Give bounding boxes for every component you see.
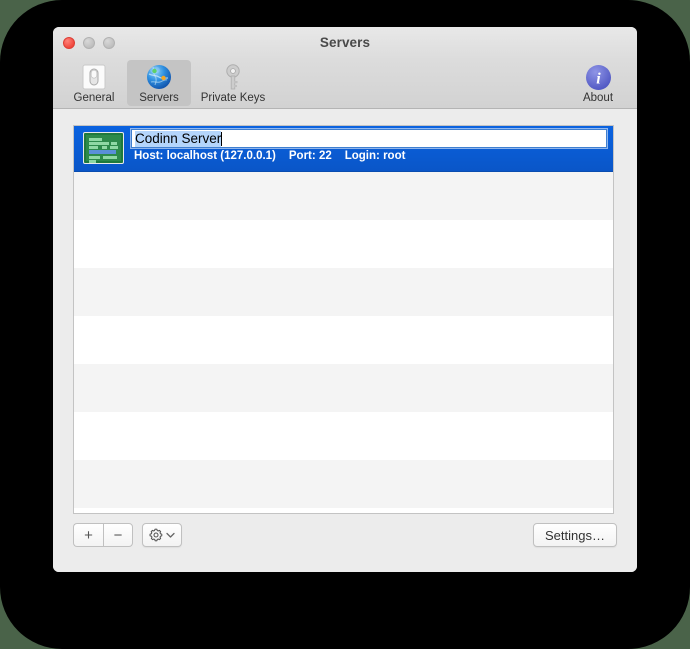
gear-icon (149, 528, 163, 542)
remove-server-button[interactable]: − (103, 523, 133, 547)
server-list-empty-row[interactable] (74, 460, 613, 508)
add-server-button[interactable]: + (73, 523, 103, 547)
preferences-toolbar: General Servers Private Keys i About (53, 60, 637, 109)
server-row-details: Host: localhost (127.0.0.1) Port: 22 Login… (134, 150, 405, 162)
toolbar-tab-private-keys[interactable]: Private Keys (192, 60, 274, 106)
terminal-screen-icon (83, 132, 124, 164)
server-list-row-selected[interactable]: Codinn Server Host: localhost (127.0.0.1… (74, 126, 613, 172)
window-titlebar: Servers (53, 27, 637, 60)
settings-button[interactable]: Settings… (533, 523, 617, 547)
server-port-label: Port: (288, 150, 316, 162)
toolbar-about-button[interactable]: i About (567, 60, 629, 106)
server-name-input[interactable]: Codinn Server (131, 129, 607, 148)
server-list-empty-row[interactable] (74, 508, 613, 513)
toolbar-tab-servers[interactable]: Servers (127, 60, 191, 106)
toolbar-tab-general-label: General (73, 92, 115, 104)
server-list-empty-row[interactable] (74, 316, 613, 364)
svg-text:i: i (596, 70, 601, 87)
preferences-window: Servers General Servers Private Keys i A… (53, 27, 637, 572)
chevron-down-icon (166, 532, 175, 539)
info-circle-icon: i (569, 63, 627, 91)
server-login-label: Login: (344, 150, 380, 162)
text-caret (221, 132, 222, 146)
toolbar-tab-servers-label: Servers (139, 92, 179, 104)
light-switch-icon (64, 63, 124, 91)
server-list-empty-row[interactable] (74, 172, 613, 220)
server-list-empty-row[interactable] (74, 220, 613, 268)
actions-menu-button[interactable] (142, 523, 182, 547)
server-list-empty-row[interactable] (74, 364, 613, 412)
toolbar-tab-general[interactable]: General (62, 60, 126, 106)
window-title: Servers (319, 35, 371, 50)
globe-icon (129, 63, 189, 91)
toolbar-tab-group: General Servers Private Keys (62, 60, 275, 106)
server-login-value: root (383, 150, 406, 162)
server-name-input-value: Codinn Server (135, 131, 222, 147)
add-remove-segmented-control: + − (73, 523, 133, 547)
settings-button-label: Settings… (545, 527, 605, 543)
key-icon (194, 63, 272, 91)
toolbar-about-label: About (582, 92, 614, 104)
window-content: Codinn Server Host: localhost (127.0.0.1… (53, 109, 637, 572)
server-list-empty-row[interactable] (74, 268, 613, 316)
plus-icon: + (84, 526, 93, 544)
server-list[interactable]: Codinn Server Host: localhost (127.0.0.1… (73, 125, 614, 514)
minus-icon: − (113, 526, 123, 544)
server-list-empty-row[interactable] (74, 412, 613, 460)
server-host-label: Host: (134, 150, 164, 162)
server-port-value: 22 (318, 150, 332, 162)
server-host-value: localhost (127.0.0.1) (166, 150, 276, 162)
server-list-toolbar: + − Settings… (73, 523, 617, 549)
toolbar-tab-private-keys-label: Private Keys (200, 92, 266, 104)
